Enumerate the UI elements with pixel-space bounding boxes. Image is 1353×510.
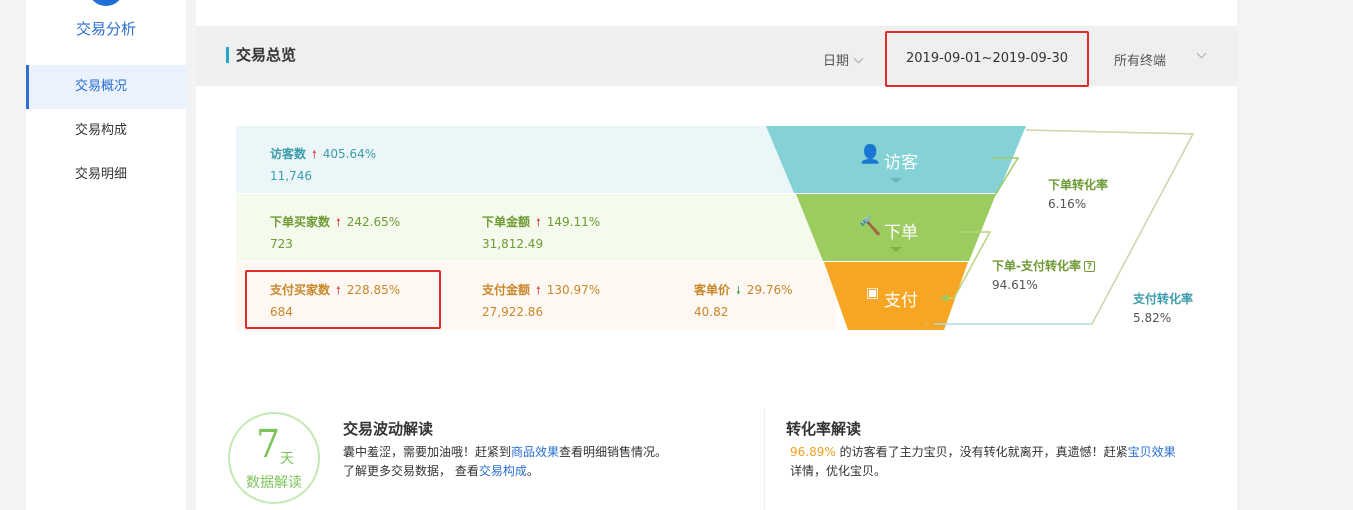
wave-insight-title: 交易波动解读 bbox=[343, 420, 434, 438]
order-row: 下单买家数 🠕 242.65% 723 下单金额 🠕 149.11% 31,812.49 bbox=[236, 194, 836, 261]
sidebar-title: 交易分析 bbox=[75, 20, 136, 38]
metric-pay-amount: 支付金额 🠕 130.97% 27,922.86 bbox=[482, 283, 601, 319]
arrow-up-icon: 🠕 bbox=[536, 216, 541, 229]
help-icon[interactable]: ? bbox=[1083, 261, 1095, 272]
arrow-up-icon: 🠕 bbox=[536, 284, 541, 297]
sidebar-item-details[interactable]: 交易明细 bbox=[26, 153, 186, 197]
arrow-down-icon: 🠗 bbox=[736, 284, 741, 297]
insight-divider bbox=[764, 408, 765, 510]
terminal-chevron-down-icon[interactable] bbox=[1196, 48, 1207, 59]
stage-order-label: 下单 bbox=[884, 223, 918, 243]
conv-insight-text: 96.89% 的访客看了主力宝贝，没有转化就离开，真遗憾！赶紧宝贝效果 详情，优… bbox=[790, 445, 1176, 478]
visitor-row: 访客数 🠕 405.64% 11,746 bbox=[236, 126, 836, 193]
metric-order-buyers: 下单买家数 🠕 242.65% 723 bbox=[270, 215, 401, 251]
metric-order-amount: 下单金额 🠕 149.11% 31,812.49 bbox=[482, 215, 601, 251]
hammer-icon: 🔨 bbox=[859, 216, 882, 237]
main-panel: 交易总览 日期 2019-09-01~2019-09-30 所有终端 访客数 🠕 4… bbox=[196, 0, 1237, 510]
stage-visit-label: 访客 bbox=[884, 153, 918, 173]
user-icon: 👤 bbox=[859, 144, 882, 165]
highlight-box-pay-buyers bbox=[245, 270, 441, 329]
conv-pay-rate: 支付转化率 5.82% bbox=[1133, 292, 1194, 325]
link-product-effect[interactable]: 商品效果 bbox=[511, 445, 559, 459]
link-item-effect[interactable]: 宝贝效果 bbox=[1128, 445, 1176, 459]
sidebar-item-overview[interactable]: 交易概况 bbox=[26, 65, 186, 109]
chevron-down-icon bbox=[853, 53, 864, 64]
stage-pay-label: 支付 bbox=[884, 291, 918, 311]
seven-day-badge: 7 天 数据解读 bbox=[228, 412, 320, 504]
section-header: 交易总览 日期 2019-09-01~2019-09-30 所有终端 bbox=[196, 26, 1237, 87]
date-label: 日期 bbox=[823, 54, 850, 69]
link-trade-composition[interactable]: 交易构成 bbox=[479, 464, 527, 478]
conv-insight-title: 转化率解读 bbox=[786, 420, 862, 438]
visitor-ratio: 96.89% bbox=[790, 445, 836, 459]
sidebar-item-composition[interactable]: 交易构成 bbox=[26, 109, 186, 153]
date-range-picker[interactable]: 2019-09-01~2019-09-30 bbox=[885, 31, 1089, 87]
conv-order-pay-rate: 下单-支付转化率? 94.61% bbox=[992, 257, 1095, 292]
arrow-up-icon: 🠕 bbox=[312, 148, 317, 161]
conv-order-rate: 下单转化率 6.16% bbox=[1048, 178, 1109, 211]
date-selector[interactable]: 日期 bbox=[823, 50, 864, 69]
terminal-label[interactable]: 所有终端 bbox=[1114, 50, 1166, 69]
wallet-icon: ▣ bbox=[866, 285, 880, 301]
sidebar-logo-circle bbox=[88, 0, 124, 6]
header-accent-bar bbox=[226, 47, 229, 63]
sidebar: 交易分析 交易概况 交易构成 交易明细 bbox=[26, 0, 186, 510]
page-title: 交易总览 bbox=[236, 46, 297, 64]
arrow-up-icon: 🠕 bbox=[336, 216, 341, 229]
wave-insight-text: 囊中羞涩，需要加油哦！赶紧到商品效果查看明细销售情况。 了解更多交易数据， 查看… bbox=[343, 445, 668, 478]
metric-visitors: 访客数 🠕 405.64% 11,746 bbox=[270, 147, 377, 183]
